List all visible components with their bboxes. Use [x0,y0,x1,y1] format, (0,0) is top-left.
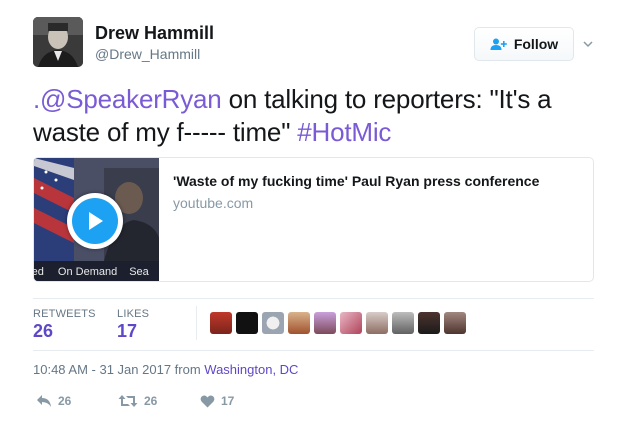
like-count: 17 [221,394,235,408]
liker-avatar[interactable] [444,312,466,334]
liker-avatar[interactable] [340,312,362,334]
thumbnail-strip-text: Sea [129,266,149,278]
tweet-text: .@SpeakerRyan on talking to reporters: "… [33,83,603,149]
liker-avatar[interactable] [314,312,336,334]
card-domain: youtube.com [173,195,254,211]
likes-label[interactable]: LIKES [117,308,149,320]
timestamp-time: 10:48 AM - 31 Jan 2017 from [33,362,205,377]
liker-avatar[interactable] [210,312,232,334]
stat-separator [196,306,197,340]
tweet: Drew Hammill @Drew_Hammill Follow .@Spea… [0,0,628,423]
liker-avatar[interactable] [418,312,440,334]
play-button[interactable] [67,193,123,249]
follow-label: Follow [513,36,559,52]
heart-icon [200,394,215,407]
thumbnail-strip-text: On Demand [57,266,118,278]
likes-count[interactable]: 17 [117,321,137,342]
liker-avatar[interactable] [262,312,284,334]
liker-avatar[interactable] [236,312,258,334]
likers-avatars [210,312,466,334]
mention-link[interactable]: .@SpeakerRyan [33,84,222,114]
hashtag-link[interactable]: #HotMic [297,117,391,147]
retweet-count: 26 [144,394,158,408]
retweets-label[interactable]: RETWEETS [33,308,96,320]
avatar-image [33,17,83,67]
liker-avatar[interactable] [392,312,414,334]
add-user-icon [490,38,507,50]
thumbnail-strip-text: red [34,266,44,278]
link-card[interactable]: red On Demand Sea 'Waste of my fucking t… [33,157,594,282]
avatar[interactable] [33,17,83,67]
follow-button[interactable]: Follow [474,27,574,61]
card-title[interactable]: 'Waste of my fucking time' Paul Ryan pre… [173,173,539,189]
location-link[interactable]: Washington, DC [204,362,298,377]
retweets-count[interactable]: 26 [33,321,53,342]
display-name[interactable]: Drew Hammill [95,23,214,44]
like-button[interactable]: 17 [200,394,234,408]
reply-count: 26 [58,394,72,408]
divider [33,350,594,351]
video-thumbnail[interactable]: red On Demand Sea [34,158,159,281]
liker-avatar[interactable] [366,312,388,334]
liker-avatar[interactable] [288,312,310,334]
reply-button[interactable]: 26 [36,394,71,408]
retweet-button[interactable]: 26 [118,394,157,408]
user-handle[interactable]: @Drew_Hammill [95,46,200,62]
chevron-down-icon[interactable] [582,38,594,50]
timestamp: 10:48 AM - 31 Jan 2017 from Washington, … [33,362,298,377]
play-icon [72,198,118,244]
thumbnail-strip: red On Demand Sea [34,261,159,281]
retweet-icon [118,395,138,407]
divider [33,298,594,299]
reply-icon [37,395,51,407]
